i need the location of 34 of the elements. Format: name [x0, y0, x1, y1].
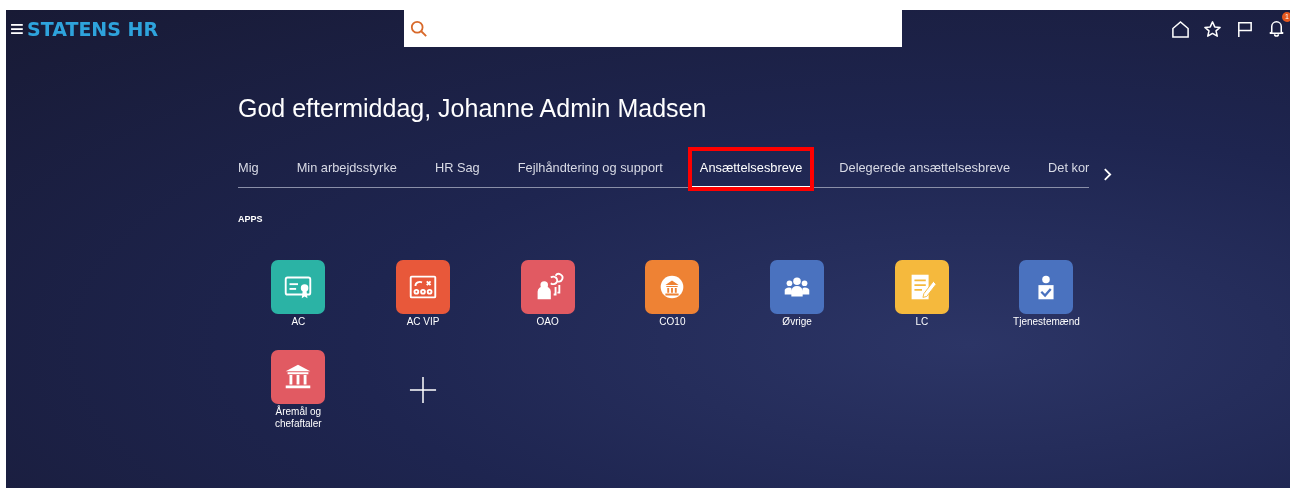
search-field[interactable]: [404, 10, 902, 47]
app-tile[interactable]: [1019, 260, 1074, 314]
app-tile[interactable]: [271, 350, 326, 404]
flag-icon[interactable]: [1235, 19, 1254, 39]
app-tile[interactable]: [396, 260, 451, 314]
app-tile[interactable]: [645, 260, 700, 314]
tab[interactable]: Fejlhåndtering og support: [517, 160, 663, 188]
app-tile[interactable]: [770, 260, 825, 314]
app-label[interactable]: LC: [886, 316, 957, 328]
app-label[interactable]: CO10: [637, 316, 708, 328]
search-icon: [410, 19, 428, 38]
star-icon[interactable]: [1203, 19, 1222, 39]
app-label[interactable]: Øvrige: [762, 316, 833, 328]
app-tile[interactable]: [520, 260, 575, 314]
app-label[interactable]: AC VIP: [388, 316, 459, 328]
tab[interactable]: Det kor: [1048, 160, 1090, 188]
tab[interactable]: HR Sag: [434, 160, 480, 188]
chevron-right-icon[interactable]: [1103, 167, 1113, 181]
tab[interactable]: Min arbejdsstyrke: [296, 160, 397, 188]
brand-logo[interactable]: STATENS HR: [27, 18, 159, 40]
greeting: God eftermiddag, Johanne Admin Madsen: [238, 94, 708, 124]
tab[interactable]: Ansættelsesbreve: [690, 150, 812, 188]
app-label[interactable]: Tjenestemænd: [1011, 316, 1082, 328]
section-title: APPS: [238, 214, 264, 224]
tab[interactable]: Delegerede ansættelsesbreve: [839, 160, 1011, 188]
add-icon[interactable]: [409, 376, 438, 404]
app-tile[interactable]: [894, 260, 949, 314]
menu-icon[interactable]: ≡: [10, 17, 24, 41]
app-label[interactable]: Åremål og chefaftaler: [263, 406, 334, 430]
app-tile[interactable]: [271, 260, 326, 314]
home-icon[interactable]: [1171, 19, 1190, 39]
tab[interactable]: Mig: [238, 160, 259, 188]
app-label[interactable]: OAO: [512, 316, 583, 328]
app-label[interactable]: AC: [263, 316, 334, 328]
